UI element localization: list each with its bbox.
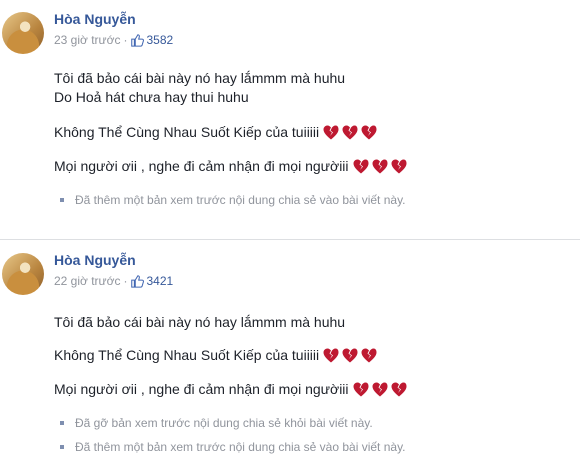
post-text: Không Thể Cùng Nhau Suốt Kiếp của tuiiii… (54, 347, 320, 363)
bullet-icon (60, 421, 64, 425)
broken-heart-icon (342, 348, 358, 362)
post-text: Mọi người ơii , nghe đi cảm nhận đi mọi … (54, 381, 349, 397)
broken-heart-icon (353, 382, 369, 396)
bullet-icon (60, 198, 64, 202)
post-time[interactable]: 22 giờ trước (54, 274, 120, 288)
post: Hòa Nguyễn 23 giờ trước · 3582 Tôi đã bả… (0, 0, 580, 238)
bullet-icon (60, 445, 64, 449)
post-text-line: Mọi người ơii , nghe đi cảm nhận đi mọi … (54, 157, 410, 175)
like-count[interactable]: 3582 (146, 33, 173, 47)
post-meta: 23 giờ trước · 3582 (54, 33, 173, 47)
author-name[interactable]: Hòa Nguyễn (54, 252, 136, 268)
author-name[interactable]: Hòa Nguyễn (54, 11, 136, 27)
broken-heart-icon (342, 125, 358, 139)
post: Hòa Nguyễn 22 giờ trước · 3421 Tôi đã bả… (0, 241, 580, 464)
post-text-line: Do Hoả hát chưa hay thui huhu (54, 89, 249, 105)
meta-separator: · (123, 274, 128, 288)
activity-note: Đã thêm một bản xem trước nội dung chia … (60, 440, 406, 454)
avatar[interactable] (2, 12, 44, 54)
emoji-group (323, 348, 380, 363)
post-text-line: Không Thể Cùng Nhau Suốt Kiếp của tuiiii… (54, 346, 380, 364)
broken-heart-icon (361, 348, 377, 362)
post-text-line: Không Thể Cùng Nhau Suốt Kiếp của tuiiii… (54, 123, 380, 141)
emoji-group (353, 382, 410, 397)
broken-heart-icon (323, 125, 339, 139)
avatar[interactable] (2, 253, 44, 295)
post-text-line: Tôi đã bảo cái bài này nó hay lắmmm mà h… (54, 314, 346, 330)
post-meta: 22 giờ trước · 3421 (54, 274, 173, 288)
broken-heart-icon (391, 159, 407, 173)
note-text: Đã thêm một bản xem trước nội dung chia … (75, 193, 406, 207)
thumbs-up-icon[interactable] (130, 274, 145, 288)
activity-note: Đã thêm một bản xem trước nội dung chia … (60, 193, 406, 207)
broken-heart-icon (361, 125, 377, 139)
activity-note: Đã gỡ bản xem trước nội dung chia sẻ khỏ… (60, 416, 373, 430)
post-time[interactable]: 23 giờ trước (54, 33, 120, 47)
post-text-line: Tôi đã bảo cái bài này nó hay lắmmm mà h… (54, 70, 346, 86)
broken-heart-icon (323, 348, 339, 362)
divider (0, 239, 580, 240)
emoji-group (323, 125, 380, 140)
post-text: Mọi người ơii , nghe đi cảm nhận đi mọi … (54, 158, 349, 174)
thumbs-up-icon[interactable] (130, 33, 145, 47)
post-text-line: Mọi người ơii , nghe đi cảm nhận đi mọi … (54, 380, 410, 398)
broken-heart-icon (353, 159, 369, 173)
note-text: Đã thêm một bản xem trước nội dung chia … (75, 440, 406, 454)
broken-heart-icon (391, 382, 407, 396)
emoji-group (353, 159, 410, 174)
like-count[interactable]: 3421 (146, 274, 173, 288)
meta-separator: · (123, 33, 128, 47)
broken-heart-icon (372, 382, 388, 396)
broken-heart-icon (372, 159, 388, 173)
post-text: Không Thể Cùng Nhau Suốt Kiếp của tuiiii… (54, 124, 320, 140)
note-text: Đã gỡ bản xem trước nội dung chia sẻ khỏ… (75, 416, 373, 430)
